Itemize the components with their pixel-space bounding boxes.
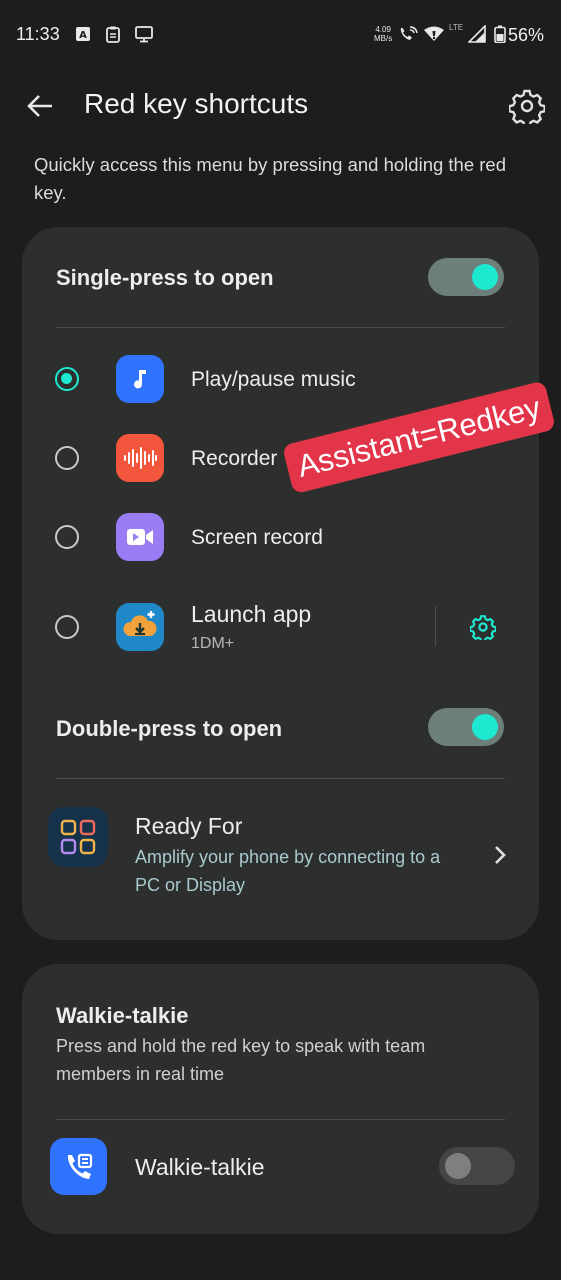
option-label: Launch app (191, 601, 312, 627)
option-label: Recorder (191, 447, 278, 470)
radio-recorder[interactable] (55, 446, 79, 470)
music-note-icon (116, 355, 164, 403)
launch-app-settings-gear-icon[interactable] (470, 614, 496, 640)
download-cloud-icon (116, 603, 164, 651)
walkie-talkie-title: Walkie-talkie (56, 1003, 189, 1028)
option-sublabel: 1DM+ (191, 635, 235, 652)
page-description: Quickly access this menu by pressing and… (34, 154, 507, 203)
clipboard-icon (106, 26, 120, 43)
settings-gear-icon[interactable] (509, 88, 545, 124)
radio-launch-app[interactable] (55, 615, 79, 639)
monitor-icon (135, 26, 153, 43)
double-press-toggle[interactable] (428, 708, 504, 746)
ready-for-title: Ready For (135, 813, 243, 839)
walkie-talkie-label: Walkie-talkie (135, 1154, 265, 1180)
single-press-toggle[interactable] (428, 258, 504, 296)
option-label: Play/pause music (191, 368, 356, 391)
network-speed-value: 4.09 (375, 25, 391, 34)
wifi-calling-icon (400, 26, 418, 40)
vertical-divider (435, 606, 436, 646)
signal-icon (468, 25, 486, 43)
status-time: 11:33 (16, 24, 60, 44)
network-type: LTE (449, 23, 464, 32)
wifi-icon (424, 26, 444, 41)
radio-play-pause-music[interactable] (55, 367, 79, 391)
divider (56, 1119, 505, 1120)
walkie-talkie-toggle[interactable] (439, 1147, 515, 1185)
radio-screen-record[interactable] (55, 525, 79, 549)
battery-percent: 56% (508, 25, 545, 45)
page-title: Red key shortcuts (84, 88, 309, 119)
keyboard-a-icon: A (76, 27, 90, 41)
waveform-icon (116, 434, 164, 482)
ready-for-description: Amplify your phone by connecting to a PC… (135, 847, 441, 895)
network-speed: 4.09 MB/s (374, 25, 392, 43)
phone-contacts-icon (50, 1138, 107, 1195)
divider (56, 778, 505, 779)
option-label: Screen record (191, 526, 323, 549)
video-camera-icon (116, 513, 164, 561)
double-press-title: Double-press to open (56, 716, 283, 741)
svg-text:A: A (79, 30, 87, 41)
ready-for-grid-icon (48, 807, 108, 867)
network-speed-unit: MB/s (374, 34, 393, 43)
chevron-right-icon (495, 846, 506, 864)
single-press-title: Single-press to open (56, 265, 274, 290)
walkie-talkie-description: Press and hold the red key to speak with… (56, 1036, 426, 1084)
divider (56, 327, 505, 328)
battery-icon (494, 25, 506, 43)
back-arrow-icon[interactable] (24, 90, 56, 122)
